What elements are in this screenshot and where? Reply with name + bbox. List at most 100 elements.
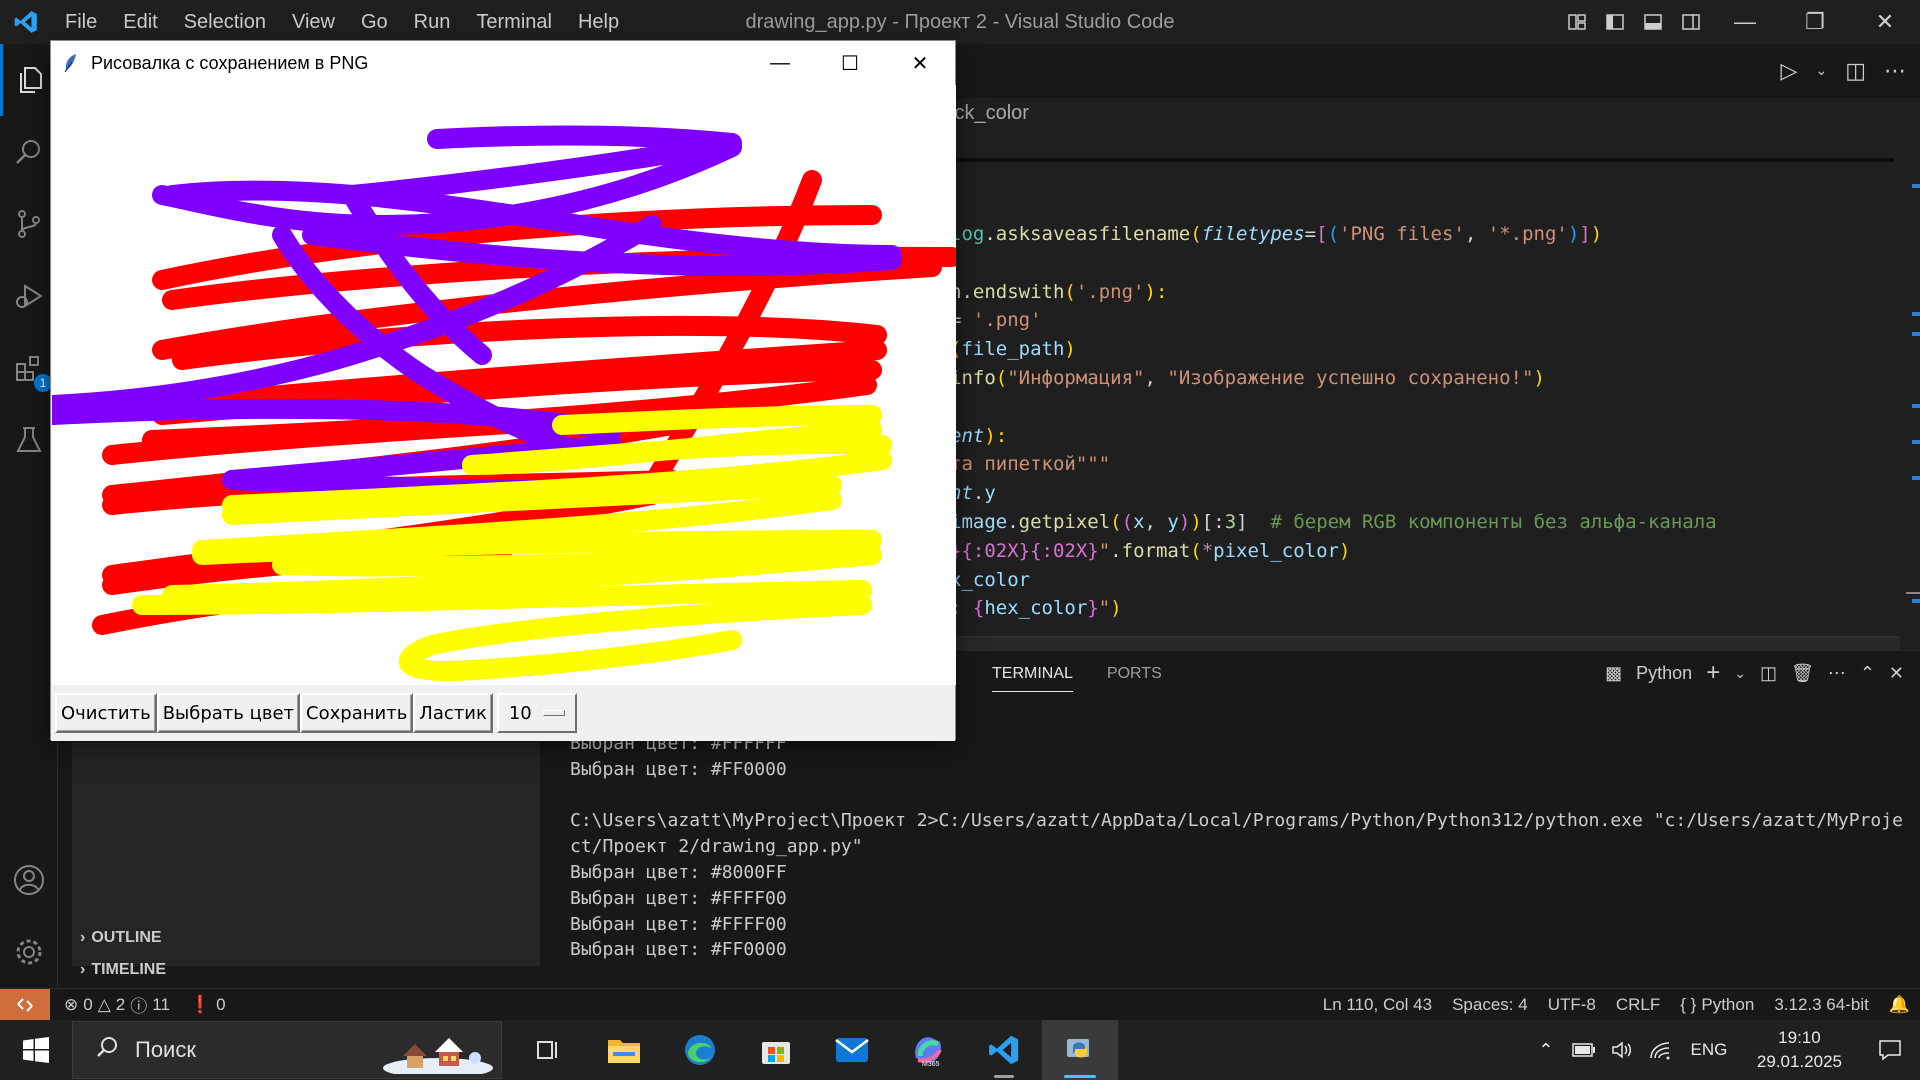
code-line[interactable]: та пипеткой""" bbox=[950, 450, 1717, 479]
toggle-panel-icon[interactable] bbox=[1634, 0, 1672, 44]
chevron-down-icon[interactable]: ⌄ bbox=[1734, 665, 1746, 682]
split-terminal-icon[interactable]: ◫ bbox=[1760, 663, 1777, 684]
task-view-icon[interactable] bbox=[510, 1020, 586, 1080]
customize-layout-icon[interactable] bbox=[1558, 0, 1596, 44]
code-line[interactable] bbox=[950, 393, 1717, 422]
edge-browser-icon[interactable] bbox=[662, 1020, 738, 1080]
save-button[interactable]: Сохранить bbox=[300, 693, 414, 733]
battery-icon[interactable] bbox=[1565, 1020, 1603, 1080]
brush-size-option-menu[interactable]: 10 bbox=[496, 693, 577, 733]
clear-button[interactable]: Очистить bbox=[55, 693, 157, 733]
code-line[interactable]: = '.png' bbox=[950, 306, 1717, 335]
microsoft-store-icon[interactable] bbox=[738, 1020, 814, 1080]
menu-run[interactable]: Run bbox=[401, 0, 464, 44]
ports-indicator[interactable]: ❗ 0 bbox=[180, 995, 236, 1015]
run-python-icon[interactable]: ▷ bbox=[1781, 59, 1798, 84]
encoding[interactable]: UTF-8 bbox=[1538, 995, 1606, 1015]
line-ending[interactable]: CRLF bbox=[1606, 995, 1670, 1015]
terminal-shell-name[interactable]: Python bbox=[1636, 663, 1692, 684]
m365-copilot-icon[interactable]: M365 bbox=[890, 1020, 966, 1080]
search-icon bbox=[95, 1035, 119, 1065]
sticky-scroll-divider bbox=[950, 158, 1894, 162]
code-line[interactable]: image.getpixel((x, y))[:3] # берем RGB к… bbox=[950, 508, 1717, 537]
code-token: . bbox=[984, 223, 996, 245]
menu-terminal[interactable]: Terminal bbox=[463, 0, 565, 44]
tab-terminal[interactable]: TERMINAL bbox=[992, 665, 1073, 692]
close-panel-icon[interactable]: ✕ bbox=[1889, 663, 1904, 684]
remote-icon[interactable] bbox=[0, 988, 50, 1021]
language-mode[interactable]: { } Python bbox=[1670, 995, 1764, 1015]
problems-indicator[interactable]: ⊗ 0 △ 2 ⓘ 11 bbox=[50, 992, 180, 1017]
outline-section[interactable]: › OUTLINE bbox=[58, 922, 540, 954]
chevron-up-icon[interactable]: ⌃ bbox=[1527, 1020, 1565, 1080]
new-terminal-icon[interactable]: + bbox=[1706, 659, 1720, 687]
code-line[interactable]: info("Информация", "Изображение успешно … bbox=[950, 364, 1717, 393]
drawing-app-title-bar[interactable]: Рисовалка с сохранением в PNG — ☐ ✕ bbox=[51, 41, 955, 85]
menu-help[interactable]: Help bbox=[565, 0, 632, 44]
code-line[interactable]: nt.y bbox=[950, 479, 1717, 508]
choose-color-button[interactable]: Выбрать цвет bbox=[156, 693, 301, 733]
code-line[interactable]: : {hex_color}") bbox=[950, 594, 1717, 623]
cursor-position[interactable]: Ln 110, Col 43 bbox=[1313, 995, 1442, 1015]
terminal-output[interactable]: Выбран цвет: #FFFFFF Выбран цвет: #FF0000… bbox=[570, 731, 1910, 963]
trash-icon[interactable]: 🗑 bbox=[1791, 663, 1814, 684]
timeline-section[interactable]: › TIMELINE bbox=[58, 954, 540, 986]
split-editor-icon[interactable]: ◫ bbox=[1845, 59, 1866, 84]
menu-selection[interactable]: Selection bbox=[171, 0, 279, 44]
code-line[interactable]: (file_path) bbox=[950, 335, 1717, 364]
notifications-bell-icon[interactable]: 🔔 bbox=[1879, 995, 1920, 1015]
python-app-icon[interactable] bbox=[1042, 1020, 1118, 1080]
manage-gear-icon[interactable] bbox=[0, 916, 58, 988]
menu-edit[interactable]: Edit bbox=[110, 0, 170, 44]
input-language[interactable]: ENG bbox=[1679, 1020, 1739, 1080]
toggle-secondary-sidebar-icon[interactable] bbox=[1672, 0, 1710, 44]
taskbar-search[interactable]: Поиск bbox=[72, 1021, 502, 1079]
code-line[interactable]: x_color bbox=[950, 566, 1717, 595]
minimize-icon[interactable]: — bbox=[745, 41, 815, 85]
python-interpreter[interactable]: 3.12.3 64-bit bbox=[1764, 995, 1879, 1015]
more-actions-icon[interactable]: ⋯ bbox=[1884, 59, 1906, 84]
code-token: ) bbox=[1064, 338, 1076, 361]
code-line[interactable]: log.asksaveasfilename(filetypes=[('PNG f… bbox=[950, 220, 1717, 249]
maximize-panel-icon[interactable]: ⌃ bbox=[1860, 663, 1875, 684]
menu-view[interactable]: View bbox=[279, 0, 348, 44]
eraser-button[interactable]: Ластик bbox=[413, 693, 493, 733]
toggle-sidebar-icon[interactable] bbox=[1596, 0, 1634, 44]
code-line[interactable] bbox=[950, 249, 1717, 278]
code-token: [ bbox=[1316, 223, 1328, 245]
clock[interactable]: 19:10 29.01.2025 bbox=[1739, 1026, 1860, 1074]
code-token: endswith bbox=[972, 280, 1065, 303]
tab-ports[interactable]: PORTS bbox=[1107, 665, 1162, 692]
status-bar: ⊗ 0 △ 2 ⓘ 11 ❗ 0 Ln 110, Col 43 Spaces: 4 UT… bbox=[0, 988, 1920, 1021]
code-editor[interactable]: log.asksaveasfilename(filetypes=[('PNG f… bbox=[950, 220, 1717, 623]
restore-icon[interactable]: ❐ bbox=[1780, 0, 1850, 44]
close-icon[interactable]: ✕ bbox=[1850, 0, 1920, 44]
mail-icon[interactable] bbox=[814, 1020, 890, 1080]
wifi-icon[interactable] bbox=[1641, 1020, 1679, 1080]
code-token: '*.png' bbox=[1487, 223, 1568, 245]
file-explorer-icon[interactable] bbox=[586, 1020, 662, 1080]
menu-go[interactable]: Go bbox=[348, 0, 401, 44]
indentation[interactable]: Spaces: 4 bbox=[1442, 995, 1538, 1015]
windows-start-icon[interactable] bbox=[0, 1020, 72, 1080]
code-token: " bbox=[1098, 597, 1111, 620]
close-icon[interactable]: ✕ bbox=[885, 41, 955, 85]
code-line[interactable]: ent): bbox=[950, 422, 1717, 451]
accounts-icon[interactable] bbox=[0, 844, 58, 916]
menu-file[interactable]: File bbox=[52, 0, 110, 44]
vscode-logo-icon[interactable] bbox=[0, 0, 52, 44]
code-line[interactable]: }{:02X}{:02X}".format(*pixel_color) bbox=[950, 537, 1717, 566]
notifications-icon[interactable] bbox=[1860, 1020, 1920, 1080]
minimize-icon[interactable]: — bbox=[1710, 0, 1780, 44]
terminal-profile-icon: ▩ bbox=[1605, 662, 1623, 683]
breadcrumb[interactable]: ick_color bbox=[950, 102, 1029, 125]
code-line[interactable]: n.endswith('.png'): bbox=[950, 278, 1717, 307]
chevron-down-icon[interactable]: ⌄ bbox=[1815, 63, 1827, 79]
yellow-stroke bbox=[272, 545, 842, 577]
volume-icon[interactable] bbox=[1603, 1020, 1641, 1080]
more-actions-icon[interactable]: ⋯ bbox=[1828, 663, 1846, 684]
scrollbar-markers[interactable] bbox=[1906, 104, 1920, 644]
drawing-canvas[interactable] bbox=[52, 85, 956, 685]
maximize-icon[interactable]: ☐ bbox=[815, 41, 885, 85]
vscode-taskbar-icon[interactable] bbox=[966, 1020, 1042, 1080]
